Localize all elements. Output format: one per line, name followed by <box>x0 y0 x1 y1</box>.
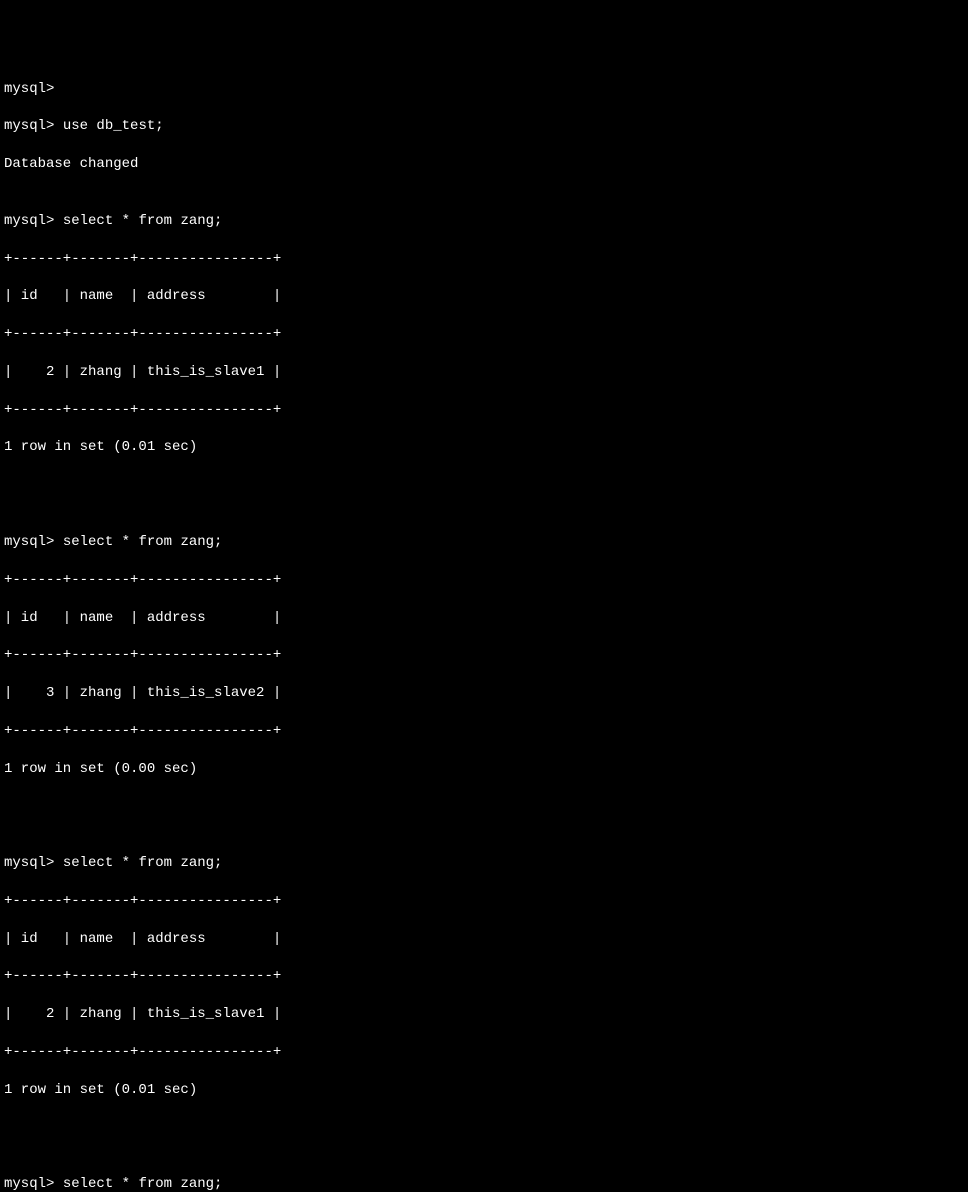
sql-command: select * from zang; <box>63 213 223 229</box>
prompt: mysql> <box>4 1176 54 1192</box>
table-separator: +------+-------+----------------+ <box>4 646 964 665</box>
table-header: | id | name | address | <box>4 609 964 628</box>
sql-command: select * from zang; <box>63 855 223 871</box>
table-separator: +------+-------+----------------+ <box>4 401 964 420</box>
command-line-select: mysql> select * from zang; <box>4 212 964 231</box>
result-footer: 1 row in set (0.01 sec) <box>4 438 964 457</box>
table-separator: +------+-------+----------------+ <box>4 892 964 911</box>
table-row: | 3 | zhang | this_is_slave2 | <box>4 684 964 703</box>
blank-line <box>4 476 964 495</box>
db-changed-msg: Database changed <box>4 155 964 174</box>
table-separator: +------+-------+----------------+ <box>4 722 964 741</box>
table-separator: +------+-------+----------------+ <box>4 325 964 344</box>
command-line-use: mysql> use db_test; <box>4 117 964 136</box>
blank-line <box>4 1119 964 1138</box>
sql-command: use db_test; <box>63 118 164 134</box>
table-row: | 2 | zhang | this_is_slave1 | <box>4 1005 964 1024</box>
table-header: | id | name | address | <box>4 287 964 306</box>
sql-command: select * from zang; <box>63 534 223 550</box>
table-row: | 2 | zhang | this_is_slave1 | <box>4 363 964 382</box>
prompt: mysql> <box>4 855 54 871</box>
prompt: mysql> <box>4 118 54 134</box>
table-header: | id | name | address | <box>4 930 964 949</box>
prompt: mysql> <box>4 81 54 97</box>
table-separator: +------+-------+----------------+ <box>4 250 964 269</box>
sql-command: select * from zang; <box>63 1176 223 1192</box>
prompt: mysql> <box>4 534 54 550</box>
table-separator: +------+-------+----------------+ <box>4 1043 964 1062</box>
table-separator: +------+-------+----------------+ <box>4 571 964 590</box>
prompt-line: mysql> <box>4 80 964 99</box>
blank-line <box>4 797 964 816</box>
command-line-select: mysql> select * from zang; <box>4 533 964 552</box>
command-line-select: mysql> select * from zang; <box>4 1175 964 1192</box>
prompt: mysql> <box>4 213 54 229</box>
result-footer: 1 row in set (0.01 sec) <box>4 1081 964 1100</box>
command-line-select: mysql> select * from zang; <box>4 854 964 873</box>
table-separator: +------+-------+----------------+ <box>4 967 964 986</box>
result-footer: 1 row in set (0.00 sec) <box>4 760 964 779</box>
